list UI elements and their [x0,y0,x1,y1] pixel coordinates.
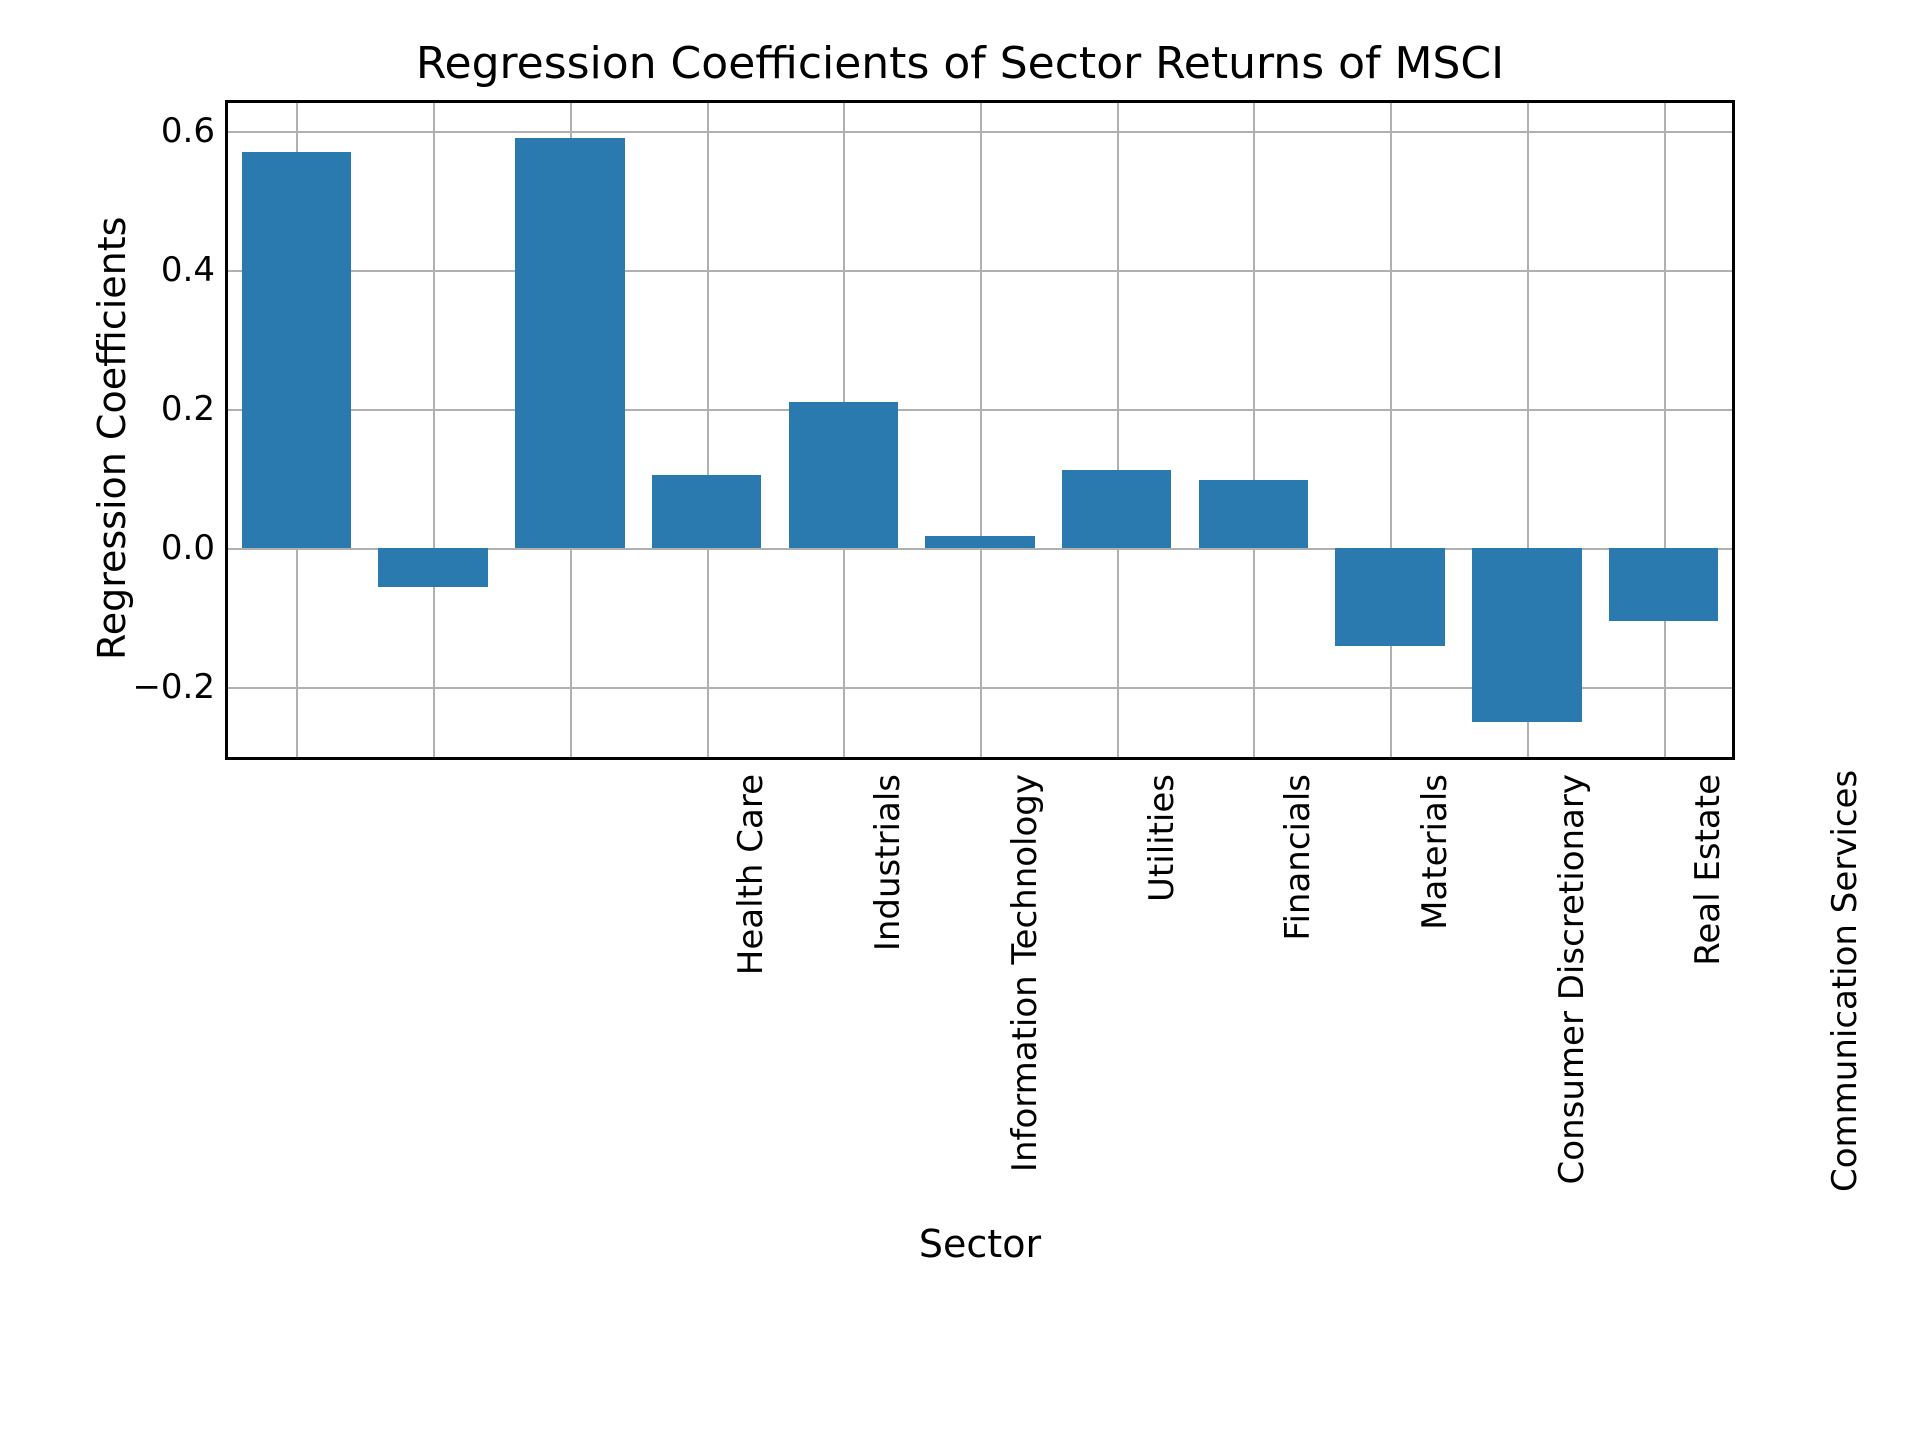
xtick-label: Information Technology [1005,774,1045,1192]
gridline-v [1253,103,1255,757]
xtick-label: Consumer Discretionary [1552,774,1592,1192]
x-axis-label: Sector [225,1222,1735,1266]
bar [652,475,761,548]
bar [242,152,351,549]
gridline-v [1117,103,1119,757]
ytick-label: 0.6 [95,111,215,151]
xtick-label: Materials [1415,774,1455,1192]
xtick-label: Communication Services [1825,774,1865,1192]
bar [1335,548,1444,645]
gridline-v [433,103,435,757]
chart-axes [225,100,1735,760]
bar [925,536,1034,549]
bar [1199,480,1308,548]
xtick-label: Industrials [868,774,908,1192]
xtick-label: Health Care [731,774,771,1192]
plot-area [228,103,1732,757]
chart-title: Regression Coefficients of Sector Return… [0,38,1920,89]
y-axis-label: Regression Coefficients [90,217,134,660]
bar [789,402,898,548]
gridline-v [707,103,709,757]
bar [1609,548,1718,621]
xtick-label: Financials [1278,774,1318,1192]
xtick-label: Utilities [1142,774,1182,1192]
xtick-label: Real Estate [1688,774,1728,1192]
bar [1062,470,1171,548]
ytick-label: −0.2 [95,667,215,707]
gridline-v [1664,103,1666,757]
bar [378,548,487,586]
bar [515,138,624,548]
gridline-v [980,103,982,757]
gridline-v [1390,103,1392,757]
bar [1472,548,1581,722]
chart-figure: Regression Coefficients of Sector Return… [0,0,1920,1440]
